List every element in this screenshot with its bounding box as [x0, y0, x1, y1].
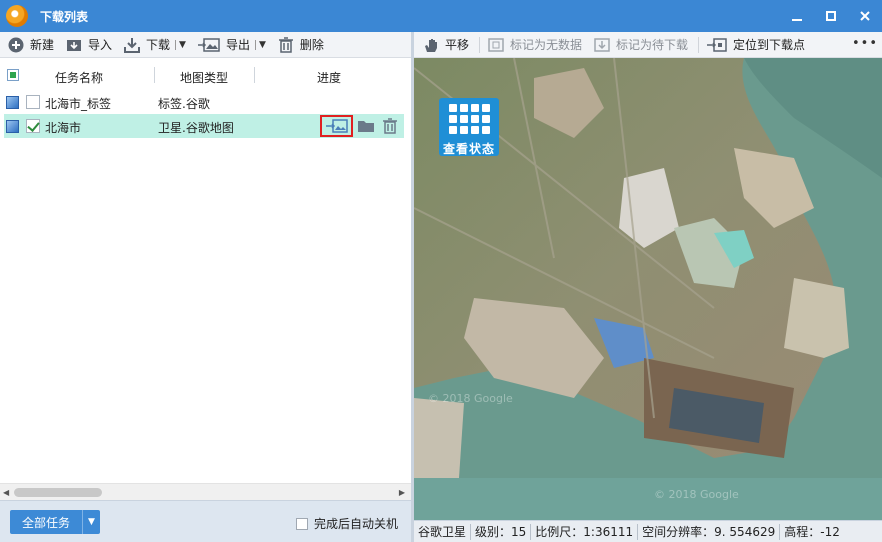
trash-icon: [383, 118, 397, 134]
locate-download-point-button[interactable]: 定位到下载点: [702, 34, 810, 56]
toolbar-separator: [479, 36, 481, 53]
maximize-icon: [826, 11, 836, 21]
column-divider[interactable]: [154, 67, 155, 83]
export-image-action[interactable]: [320, 115, 353, 137]
pan-label: 平移: [445, 38, 470, 52]
satellite-map-view[interactable]: 查看状态 © 2018 Google © 2018 Google: [414, 58, 882, 520]
auto-shutdown-label: 完成后自动关机: [314, 517, 399, 531]
download-label: 下载: [146, 38, 171, 52]
table-row[interactable]: 北海市_标签 标签.谷歌: [4, 90, 404, 114]
locate-icon: [707, 37, 727, 53]
export-dropdown-icon[interactable]: ▼: [254, 39, 266, 50]
close-icon: [860, 11, 870, 21]
mark-pending-icon: [594, 37, 610, 53]
delete-label: 删除: [299, 38, 324, 52]
map-source: 谷歌卫星: [418, 525, 467, 539]
view-status-button[interactable]: 查看状态: [439, 98, 499, 156]
folder-icon: [358, 121, 374, 132]
plus-circle-icon: [8, 37, 24, 53]
mark-no-data-label: 标记为无数据: [510, 38, 583, 52]
auto-shutdown-checkbox[interactable]: [296, 517, 308, 530]
new-button[interactable]: 新建: [3, 34, 59, 56]
view-status-label: 查看状态: [442, 142, 495, 156]
all-tasks-label: 全部任务: [21, 515, 70, 530]
scroll-left-icon[interactable]: ◀: [3, 488, 9, 497]
header-progress[interactable]: 进度: [317, 69, 341, 86]
header-task-name[interactable]: 任务名称: [55, 69, 103, 86]
layer-cube-icon: [6, 96, 19, 109]
title-bar: 下载列表: [0, 0, 882, 32]
minimize-button[interactable]: [780, 0, 814, 32]
row-checkbox[interactable]: [26, 119, 40, 133]
header-map-type[interactable]: 地图类型: [180, 69, 228, 86]
window-title: 下载列表: [40, 9, 89, 24]
all-tasks-button[interactable]: 全部任务 ▼: [10, 510, 100, 534]
auto-shutdown-option[interactable]: 完成后自动关机: [296, 515, 398, 532]
map-type: 标签.谷歌: [158, 97, 210, 111]
hand-icon: [423, 37, 439, 53]
all-tasks-dropdown-icon[interactable]: ▼: [82, 510, 100, 534]
task-list: 任务名称 地图类型 进度 北海市_标签 标签.谷歌 北海市 卫星.谷歌地图: [0, 59, 411, 483]
new-label: 新建: [30, 38, 55, 52]
column-divider[interactable]: [254, 67, 255, 83]
table-row-selected[interactable]: 北海市 卫星.谷歌地图: [4, 114, 404, 138]
map-type: 卫星.谷歌地图: [158, 121, 234, 135]
map-scale: 比例尺：1:36111: [535, 525, 634, 539]
list-footer: 全部任务 ▼ 完成后自动关机: [0, 500, 411, 542]
mark-pending-label: 标记为待下载: [616, 38, 689, 52]
elevation: 高程：-12: [784, 525, 840, 539]
zoom-level: 级别：15: [475, 525, 527, 539]
delete-task-action[interactable]: [379, 115, 401, 137]
download-dropdown-icon[interactable]: ▼: [175, 39, 186, 50]
task-name: 北海市_标签: [45, 97, 112, 111]
task-name: 北海市: [45, 121, 82, 135]
map-watermark: © 2018 Google: [654, 488, 739, 501]
export-button[interactable]: 导出 ▼: [193, 34, 271, 56]
mark-empty-icon: [488, 37, 504, 53]
row-checkbox[interactable]: [26, 95, 40, 109]
pan-button[interactable]: 平移: [418, 34, 474, 56]
spatial-resolution: 空间分辨率：9. 554629: [642, 525, 776, 539]
delete-button[interactable]: 删除: [273, 34, 329, 56]
grid-icon: [448, 104, 490, 134]
mark-pending-button[interactable]: 标记为待下载: [589, 34, 693, 56]
select-all-checkbox[interactable]: [7, 69, 19, 81]
list-toolbar: 新建 导入 下载 ▼ 导出 ▼ 删除: [0, 32, 412, 58]
layer-cube-icon: [6, 120, 19, 133]
scrollbar-thumb[interactable]: [14, 488, 102, 497]
map-statusbar: 谷歌卫星 级别：15 比例尺：1:36111 空间分辨率：9. 554629 高…: [414, 520, 882, 542]
import-icon: [66, 37, 82, 53]
locate-label: 定位到下载点: [733, 38, 806, 52]
task-list-header: 任务名称 地图类型 进度: [0, 59, 411, 93]
download-icon: [124, 37, 141, 53]
export-image-icon: [325, 119, 348, 133]
open-folder-action[interactable]: [355, 115, 377, 137]
mark-no-data-button[interactable]: 标记为无数据: [483, 34, 587, 56]
export-image-icon: [197, 37, 220, 53]
export-label: 导出: [225, 38, 250, 52]
import-label: 导入: [88, 38, 113, 52]
minimize-icon: [792, 19, 802, 21]
app-logo-icon: [6, 5, 28, 27]
maximize-button[interactable]: [814, 0, 848, 32]
toolbar-separator: [698, 36, 700, 53]
close-button[interactable]: [848, 0, 882, 32]
scroll-right-icon[interactable]: ▶: [399, 488, 405, 497]
more-options-icon[interactable]: •••: [852, 36, 878, 51]
map-toolbar: 平移 标记为无数据 标记为待下载 定位到下载点 •••: [414, 32, 882, 58]
import-button[interactable]: 导入: [61, 34, 117, 56]
horizontal-scrollbar[interactable]: ◀ ▶: [0, 483, 411, 500]
trash-icon: [278, 36, 294, 53]
map-watermark: © 2018 Google: [428, 392, 513, 405]
download-button[interactable]: 下载 ▼: [119, 34, 191, 56]
